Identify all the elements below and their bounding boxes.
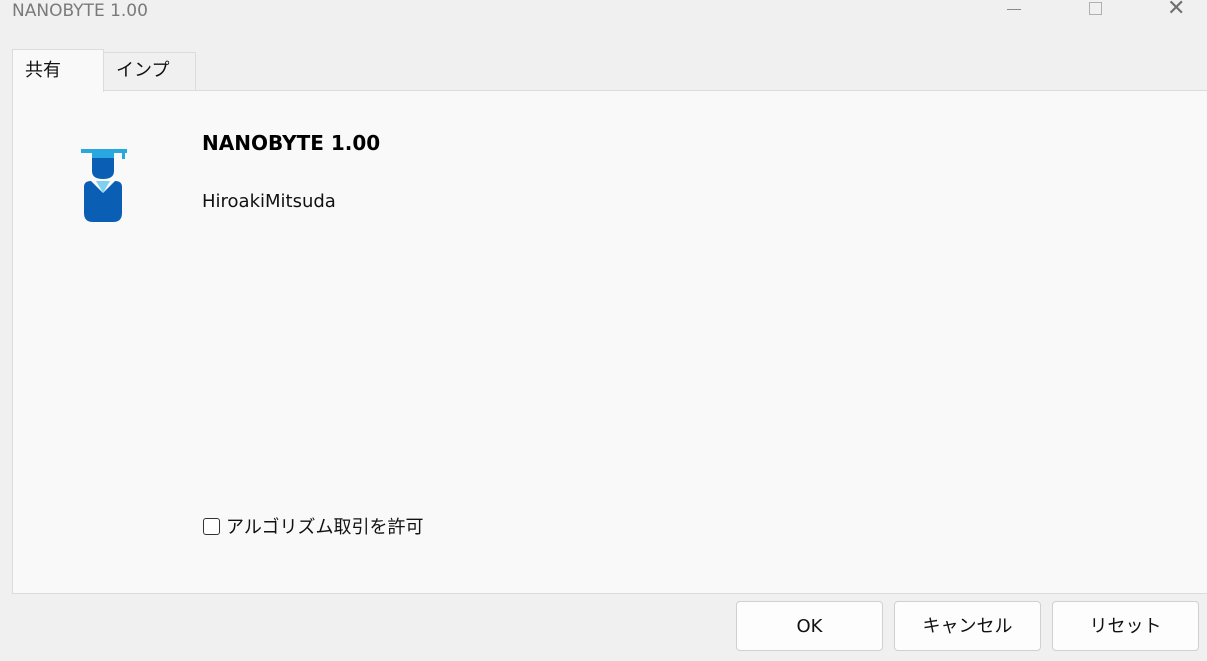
maximize-button[interactable] xyxy=(1072,0,1118,24)
minimize-button[interactable] xyxy=(991,0,1037,24)
ok-button[interactable]: OK xyxy=(736,601,883,651)
app-name: NANOBYTE 1.00 xyxy=(202,131,381,155)
algo-trading-option[interactable]: アルゴリズム取引を許可 xyxy=(203,514,423,538)
reset-button[interactable]: リセット xyxy=(1052,601,1199,651)
close-button[interactable]: ✕ xyxy=(1153,0,1199,24)
author-name: HiroakiMitsuda xyxy=(202,191,336,212)
minimize-icon xyxy=(1007,9,1021,10)
algo-trading-label[interactable]: アルゴリズム取引を許可 xyxy=(226,513,423,539)
window-title: NANOBYTE 1.00 xyxy=(12,1,148,21)
tab-common[interactable]: 共有 xyxy=(12,49,104,92)
tab-panel-common: NANOBYTE 1.00 HiroakiMitsuda アルゴリズム取引を許可 xyxy=(12,90,1207,594)
maximize-icon xyxy=(1089,2,1102,15)
dialog-window: NANOBYTE 1.00 ✕ 共有 インプット NANOBYTE 1.00 H… xyxy=(0,0,1207,661)
algo-trading-checkbox[interactable] xyxy=(203,517,220,535)
cancel-button[interactable]: キャンセル xyxy=(894,601,1041,651)
tab-inputs[interactable]: インプット xyxy=(104,52,196,117)
graduate-user-icon xyxy=(81,149,127,222)
title-bar[interactable]: NANOBYTE 1.00 ✕ xyxy=(0,0,1207,36)
close-icon: ✕ xyxy=(1167,0,1186,21)
